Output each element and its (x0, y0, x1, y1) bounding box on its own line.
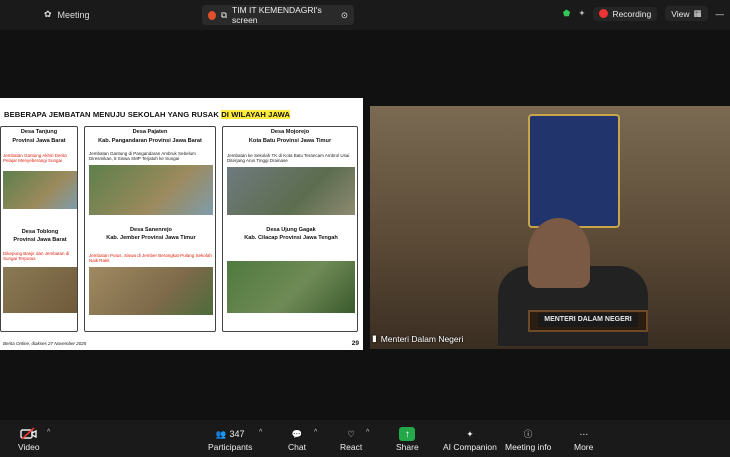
slide-title-highlight: DI WILAYAH JAWA (221, 110, 291, 119)
video-off-icon (20, 426, 38, 442)
col1-sub: Provinsi Jawa Barat (12, 137, 66, 144)
signal-icon: ▮ (372, 333, 377, 343)
col3-title: Desa Mojorejo (270, 129, 310, 135)
info-icon: ⓘ (523, 429, 533, 439)
col2-photo2 (89, 267, 213, 315)
security-shield-icon[interactable]: ⬟ (563, 8, 570, 19)
meeting-icon: ✿ (44, 9, 52, 19)
view-label: View (671, 8, 690, 19)
slide-title: BEBERAPA JEMBATAN MENUJU SEKOLAH YANG RU… (4, 110, 291, 119)
col2-title: Desa Pajaten (132, 129, 168, 135)
speaker-head (528, 218, 590, 288)
participant-name: Menteri Dalam Negeri (380, 333, 464, 344)
ai-companion-button[interactable]: ✦ AI Companion (443, 426, 497, 453)
col3-photo (227, 167, 355, 215)
share-icon: ↑ (399, 426, 416, 442)
ai-companion-label: AI Companion (443, 442, 497, 452)
col2-sub2: Kab. Jember Provinsi Jawa Timur (106, 235, 196, 241)
emblem-banner (528, 114, 620, 228)
ai-sparkle-icon: ✦ (466, 428, 474, 439)
recording-badge[interactable]: Recording (593, 6, 658, 21)
col1-headline2: Dikepung Banjir dan Jembatan di Sungai T… (3, 251, 70, 262)
share-button[interactable]: ↑ Share (396, 426, 419, 452)
shared-slide: BEBERAPA JEMBATAN MENUJU SEKOLAH YANG RU… (0, 98, 363, 350)
col2-sub: Kab. Pangandaran Provinsi Jawa Barat (98, 137, 202, 144)
col1-photo (3, 171, 77, 209)
more-button[interactable]: ⋯ More (574, 426, 594, 453)
chat-label: Chat (288, 442, 306, 452)
col1-headline: Jembatan Gantung Akhiri Derita Pelajar M… (3, 153, 67, 164)
col2-title2: Desa Sanenrejo (130, 227, 172, 233)
slide-source: Berita Online, diakses 27 November 2025 (3, 341, 87, 346)
col1-title: Desa Tanjung (20, 129, 58, 135)
meeting-info-label: Meeting info (505, 442, 552, 452)
participants-button[interactable]: 👥 347 Participants (208, 426, 253, 453)
top-right-controls: ⬟ ✦ Recording View ▦ — (563, 6, 724, 21)
col2-photo (89, 165, 213, 215)
sparkle-icon[interactable]: ✦ (578, 8, 585, 19)
minimize-icon[interactable]: — (716, 9, 725, 19)
slide-column-3: Desa Mojorejo Kota Batu Provinsi Jawa Ti… (222, 126, 358, 332)
slide-column-1: Desa Tanjung Provinsi Jawa Barat Jembata… (0, 126, 78, 332)
meeting-info-button[interactable]: ⓘ Meeting info (505, 426, 551, 452)
col3-sub: Kota Batu Provinsi Jawa Timur (248, 137, 332, 144)
heart-icon: ♡ (347, 428, 355, 439)
react-button[interactable]: ♡ React (340, 426, 363, 453)
participants-label: Participants (208, 442, 253, 452)
participants-icon: 👥 347 (215, 428, 245, 440)
sharer-avatar-icon (208, 10, 216, 20)
col1-sub2: Provinsi Jawa Barat (13, 237, 67, 243)
share-title: TIM IT KEMENDAGRI's screen (232, 5, 322, 25)
view-button[interactable]: View ▦ (665, 6, 708, 21)
more-icon: ⋯ (579, 428, 588, 439)
meeting-label: Meeting (57, 9, 90, 20)
col3-sub2: Kab. Cilacap Provinsi Jawa Tengah (244, 235, 338, 241)
slide-column-2: Desa Pajaten Kab. Pangandaran Provinsi J… (84, 126, 216, 332)
speaker-video[interactable]: MENTERI DALAM NEGERI (370, 106, 730, 349)
recording-label: Recording (612, 8, 652, 19)
react-chevron-up-icon[interactable]: ^ (366, 429, 369, 436)
col1-photo2 (3, 267, 77, 313)
chat-chevron-up-icon[interactable]: ^ (314, 429, 317, 436)
slide-page-number: 29 (351, 340, 359, 347)
screen-share-icon: ⧉ (220, 9, 228, 20)
top-bar: ✿ Meeting ⧉ TIM IT KEMENDAGRI's screen ⊙… (0, 0, 730, 30)
col3-photo2 (227, 261, 355, 313)
share-pill[interactable]: ⧉ TIM IT KEMENDAGRI's screen ⊙ (202, 5, 354, 25)
participants-chevron-up-icon[interactable]: ^ (259, 429, 262, 436)
col3-headline: Jembatan ke Sekolah TK di Kota Batu Tera… (227, 153, 350, 164)
video-button[interactable]: Video (18, 426, 40, 452)
col1-title2: Desa Toblong (21, 229, 59, 235)
more-options-icon[interactable]: ⊙ (341, 10, 348, 21)
name-plate: MENTERI DALAM NEGERI (538, 313, 638, 327)
video-label: Video (18, 442, 40, 452)
chat-icon: 💬 (291, 428, 303, 439)
col2-headline: Jembatan Gantung di Pangandaran Ambruk S… (89, 151, 196, 162)
bottom-toolbar (0, 420, 730, 457)
chat-button[interactable]: 💬 Chat (288, 426, 306, 453)
react-label: React (340, 442, 363, 452)
meeting-menu[interactable]: ✿ Meeting (44, 9, 90, 20)
participants-count: 347 (229, 429, 245, 439)
recording-dot-icon (599, 9, 609, 18)
video-chevron-up-icon[interactable]: ^ (47, 429, 50, 436)
grid-icon: ▦ (693, 8, 702, 18)
share-label: Share (396, 442, 419, 452)
col2-headline2: Jembatan Putus, Siswa di Jember Berangka… (89, 253, 212, 264)
video-name-label: ▮ Menteri Dalam Negeri (372, 333, 463, 344)
slide-title-text: BEBERAPA JEMBATAN MENUJU SEKOLAH YANG RU… (4, 110, 222, 119)
more-label: More (574, 442, 594, 452)
col3-title2: Desa Ujung Gagak (266, 227, 316, 233)
